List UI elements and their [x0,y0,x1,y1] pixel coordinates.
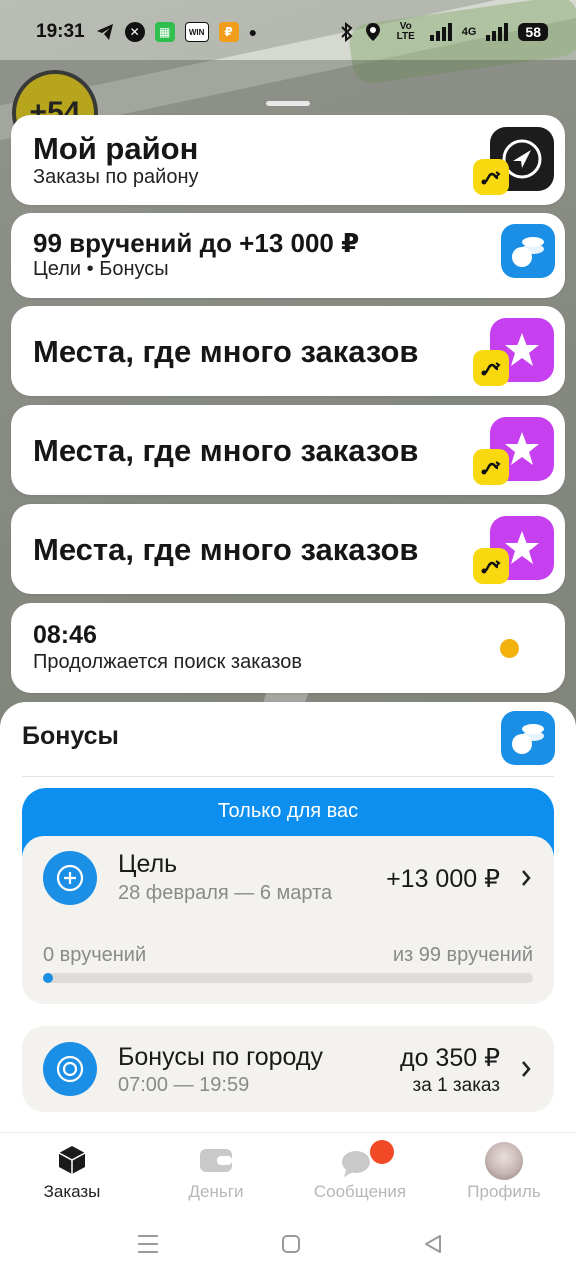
notification-dot [370,1140,394,1164]
card-subtitle: Заказы по району [33,166,199,188]
sheet-drag-handle[interactable] [266,101,310,106]
goal-progress-fill [43,973,53,983]
nav-label: Заказы [43,1182,101,1201]
nav-messages[interactable]: Сообщения [288,1140,432,1201]
coins-icon[interactable] [501,711,555,765]
battery-level: 58 [518,23,548,41]
network-type: 4G [461,26,477,38]
card-title: Мой район [33,131,199,166]
exclusive-label: Только для вас [217,800,359,822]
menu-icon[interactable] [137,1234,159,1254]
win-icon: WIN [184,22,209,42]
card-title: 99 вручений до +13 000 ₽ [33,228,360,258]
nav-label: Профиль [467,1182,541,1201]
route-badge-icon [473,548,509,584]
search-timer: 08:46 [33,621,97,649]
signal-bars-icon [429,23,452,41]
route-badge-icon [473,159,509,195]
status-bar: 19:31 ✕ ▦ WIN ₽ ● Vo LTE 4G 58 [0,0,576,64]
route-badge-icon [473,449,509,485]
card-hot-places[interactable]: Места, где много заказов [11,504,565,594]
city-bonus-title: Бонусы по городу [118,1043,323,1071]
city-bonus-hours: 07:00 — 19:59 [118,1074,250,1096]
telegram-icon [96,24,113,40]
bluetooth-icon [341,22,353,42]
goal-title: Цель [118,850,178,878]
city-target-icon [43,1042,97,1096]
money-app-icon: ₽ [218,22,239,42]
location-pin-icon [365,23,380,41]
card-my-district[interactable]: Мой район Заказы по району [11,115,565,205]
card-title: Места, где много заказов [33,433,419,468]
card-hot-places[interactable]: Места, где много заказов [11,306,565,396]
search-status-text: Продолжается поиск заказов [33,651,302,673]
chevron-right-icon[interactable] [518,866,534,890]
home-icon[interactable] [281,1234,301,1254]
clock: 19:31 [36,21,85,42]
goal-dates: 28 февраля — 6 марта [118,882,333,904]
progress-current: 0 вручений [43,944,147,966]
goal-reward: +13 000 ₽ [386,865,500,893]
card-subtitle: Цели • Бонусы [33,258,169,280]
goal-progress-track [43,973,533,983]
chevron-right-icon[interactable] [518,1057,534,1081]
route-badge-icon [473,350,509,386]
nav-orders[interactable]: Заказы [0,1140,144,1201]
volte-indicator: Vo LTE [396,21,415,42]
avatar [485,1142,523,1180]
nav-money[interactable]: Деньги [144,1140,288,1201]
progress-total: из 99 вручений [392,944,533,966]
orders-cube-icon [58,1146,86,1174]
card-title: Места, где много заказов [33,532,419,567]
wechat-icon: ▦ [154,22,175,42]
x-icon: ✕ [124,22,145,42]
card-search-status[interactable]: 08:46 Продолжается поиск заказов [11,603,565,693]
bonuses-title: Бонусы [22,722,119,750]
nav-profile[interactable]: Профиль [432,1140,576,1201]
signal-bars-icon [486,23,509,41]
divider [22,776,554,777]
status-dot-icon [500,639,519,658]
city-bonus-amount: до 350 ₽ [400,1044,500,1072]
system-nav-bar [0,1210,576,1280]
goal-plus-icon [43,851,97,905]
nav-label: Сообщения [313,1182,407,1201]
back-icon[interactable] [423,1234,443,1254]
card-title: Места, где много заказов [33,334,419,369]
city-bonus-per: за 1 заказ [412,1075,500,1096]
wallet-icon [200,1149,232,1172]
more-notifications-dot: ● [248,24,258,40]
card-goal-summary[interactable]: 99 вручений до +13 000 ₽ Цели • Бонусы [11,213,565,298]
card-hot-places[interactable]: Места, где много заказов [11,405,565,495]
coins-icon [501,224,555,278]
nav-label: Деньги [188,1182,244,1201]
